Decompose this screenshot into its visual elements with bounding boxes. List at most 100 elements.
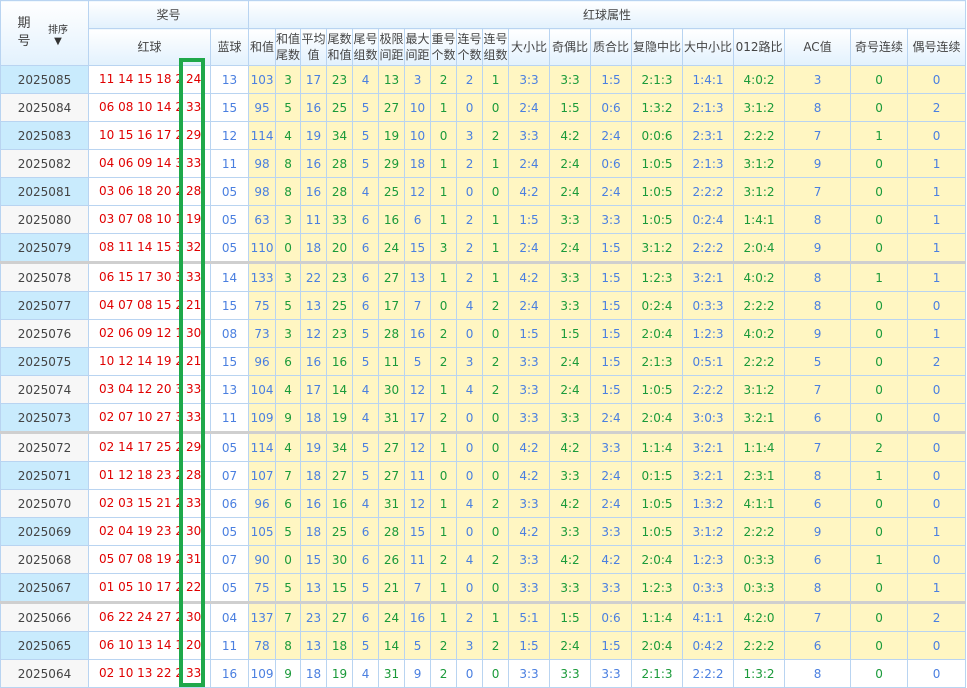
attr-cell: 2 [430,319,458,348]
attr-cell: 2:2:2 [682,233,735,264]
attr-cell: 6 [784,631,852,660]
blue-ball-cell: 11 [209,149,250,178]
attr-cell: 16 [300,489,328,518]
attr-header-label: 大中小比 [684,40,733,54]
red-balls: 01 05 10 17 20 [99,580,181,594]
attr-header-label: 尾数和值 [327,32,352,62]
attr-cell: 16 [378,205,406,234]
blue-ball-cell: 14 [209,262,250,292]
attr-cell: 2 [456,205,484,234]
table-row: 202507704 07 08 15 202115755132561770422… [0,291,967,320]
lottery-trend-table: 期号 排序 ▼ 奖号 红球属性 红球 蓝球 和值 和值尾数 平均值 尾数和值 尾号组数极… [0,0,967,688]
attr-cell: 2:4 [590,121,633,150]
attr-cell: 15 [404,517,432,546]
attr-cell: 1:2:3 [682,319,735,348]
blue-ball-header: 蓝球 [209,28,250,66]
attr-cell: 3:3 [549,262,592,292]
attr-cell: 1 [430,205,458,234]
attr-cell: 0 [907,631,967,660]
attr-cell: 27 [326,602,354,632]
red-ball-sixth: 21 [186,354,202,368]
attr-cell: 5 [404,631,432,660]
period-cell: 2025081 [0,177,89,206]
red-balls: 02 04 19 23 27 [99,524,181,538]
attr-cell: 16 [300,149,328,178]
attr-cell: 1 [430,432,458,462]
attr-cell: 1:2:3 [631,573,684,604]
blue-ball-cell: 05 [209,177,250,206]
red-balls: 02 06 09 12 14 [99,326,181,340]
attr-cell: 1:5 [508,631,551,660]
attr-header-label: 012路比 [735,40,783,54]
table-row: 202506506 10 13 14 152011788131851452321… [0,631,967,660]
attr-cell: 7 [404,573,432,604]
attr-cell: 1 [907,233,967,264]
attr-header: 重号个数 [430,28,458,66]
attr-cell: 14 [326,375,354,404]
red-ball-sixth: 32 [186,240,202,254]
attr-cell: 3:1:2 [733,149,786,178]
blue-ball-cell: 06 [209,489,250,518]
attr-cell: 0:2:4 [682,205,735,234]
attr-cell: 16 [300,347,328,376]
attr-cell: 18 [300,461,328,490]
attr-cell: 6 [275,347,302,376]
red-ball-cell: 03 04 12 20 32 33 [88,375,211,404]
attr-cell: 13 [300,631,328,660]
attr-header: 大中小比 [682,28,735,66]
attr-cell: 1 [907,177,967,206]
attr-cell: 2:0:4 [631,319,684,348]
red-balls: 06 15 17 30 32 [99,270,181,284]
attr-cell: 23 [326,65,354,94]
attr-cell: 22 [300,262,328,292]
attr-cell: 27 [378,461,406,490]
red-balls: 06 08 10 14 24 [99,100,181,114]
attr-cell: 6 [352,545,380,574]
blue-ball-cell: 04 [209,602,250,632]
attr-cell: 12 [404,432,432,462]
attr-cell: 6 [784,489,852,518]
attr-cell: 8 [784,262,852,292]
blue-ball-cell: 15 [209,291,250,320]
attr-cell: 1 [430,149,458,178]
attr-cell: 1 [430,573,458,604]
attr-cell: 25 [378,177,406,206]
attr-cell: 4:2 [549,121,592,150]
attr-cell: 8 [784,659,852,688]
red-ball-cell: 10 12 14 19 20 21 [88,347,211,376]
attr-cell: 2 [482,489,510,518]
attr-cell: 0:2:4 [631,291,684,320]
attr-cell: 4:2 [549,432,592,462]
attr-cell: 4:2 [508,432,551,462]
attr-cell: 4:1:1 [733,489,786,518]
attr-cell: 1:0:5 [631,517,684,546]
attr-cell: 137 [248,602,277,632]
red-ball-sixth: 19 [186,212,202,226]
attr-cell: 16 [404,602,432,632]
attr-cell: 3:3 [590,659,633,688]
attr-cell: 0 [275,545,302,574]
table-row: 202508003 07 08 10 161905633113361661211… [0,205,967,234]
red-ball-sixth: 33 [186,410,202,424]
blue-ball-cell: 07 [209,461,250,490]
attr-cell: 0 [482,659,510,688]
attr-cell: 9 [784,149,852,178]
table-row: 202506606 22 24 27 283004137723276241612… [0,602,967,632]
attr-cell: 1 [482,205,510,234]
blue-ball-cell: 05 [209,573,250,604]
sort-button[interactable]: 排序 ▼ [48,25,68,47]
attr-cell: 0 [850,65,909,94]
attr-cell: 16 [404,319,432,348]
attr-cell: 5 [404,347,432,376]
attr-cell: 1:0:5 [631,375,684,404]
attr-cell: 0 [456,659,484,688]
attr-cell: 25 [326,291,354,320]
red-balls: 01 12 18 23 25 [99,468,181,482]
red-ball-sixth: 30 [186,610,202,624]
attr-cell: 5 [352,93,380,122]
red-ball-sixth: 21 [186,298,202,312]
attr-cell: 7 [784,375,852,404]
attr-cell: 5 [784,347,852,376]
red-ball-sixth: 33 [186,270,202,284]
attr-cell: 3:3 [549,291,592,320]
